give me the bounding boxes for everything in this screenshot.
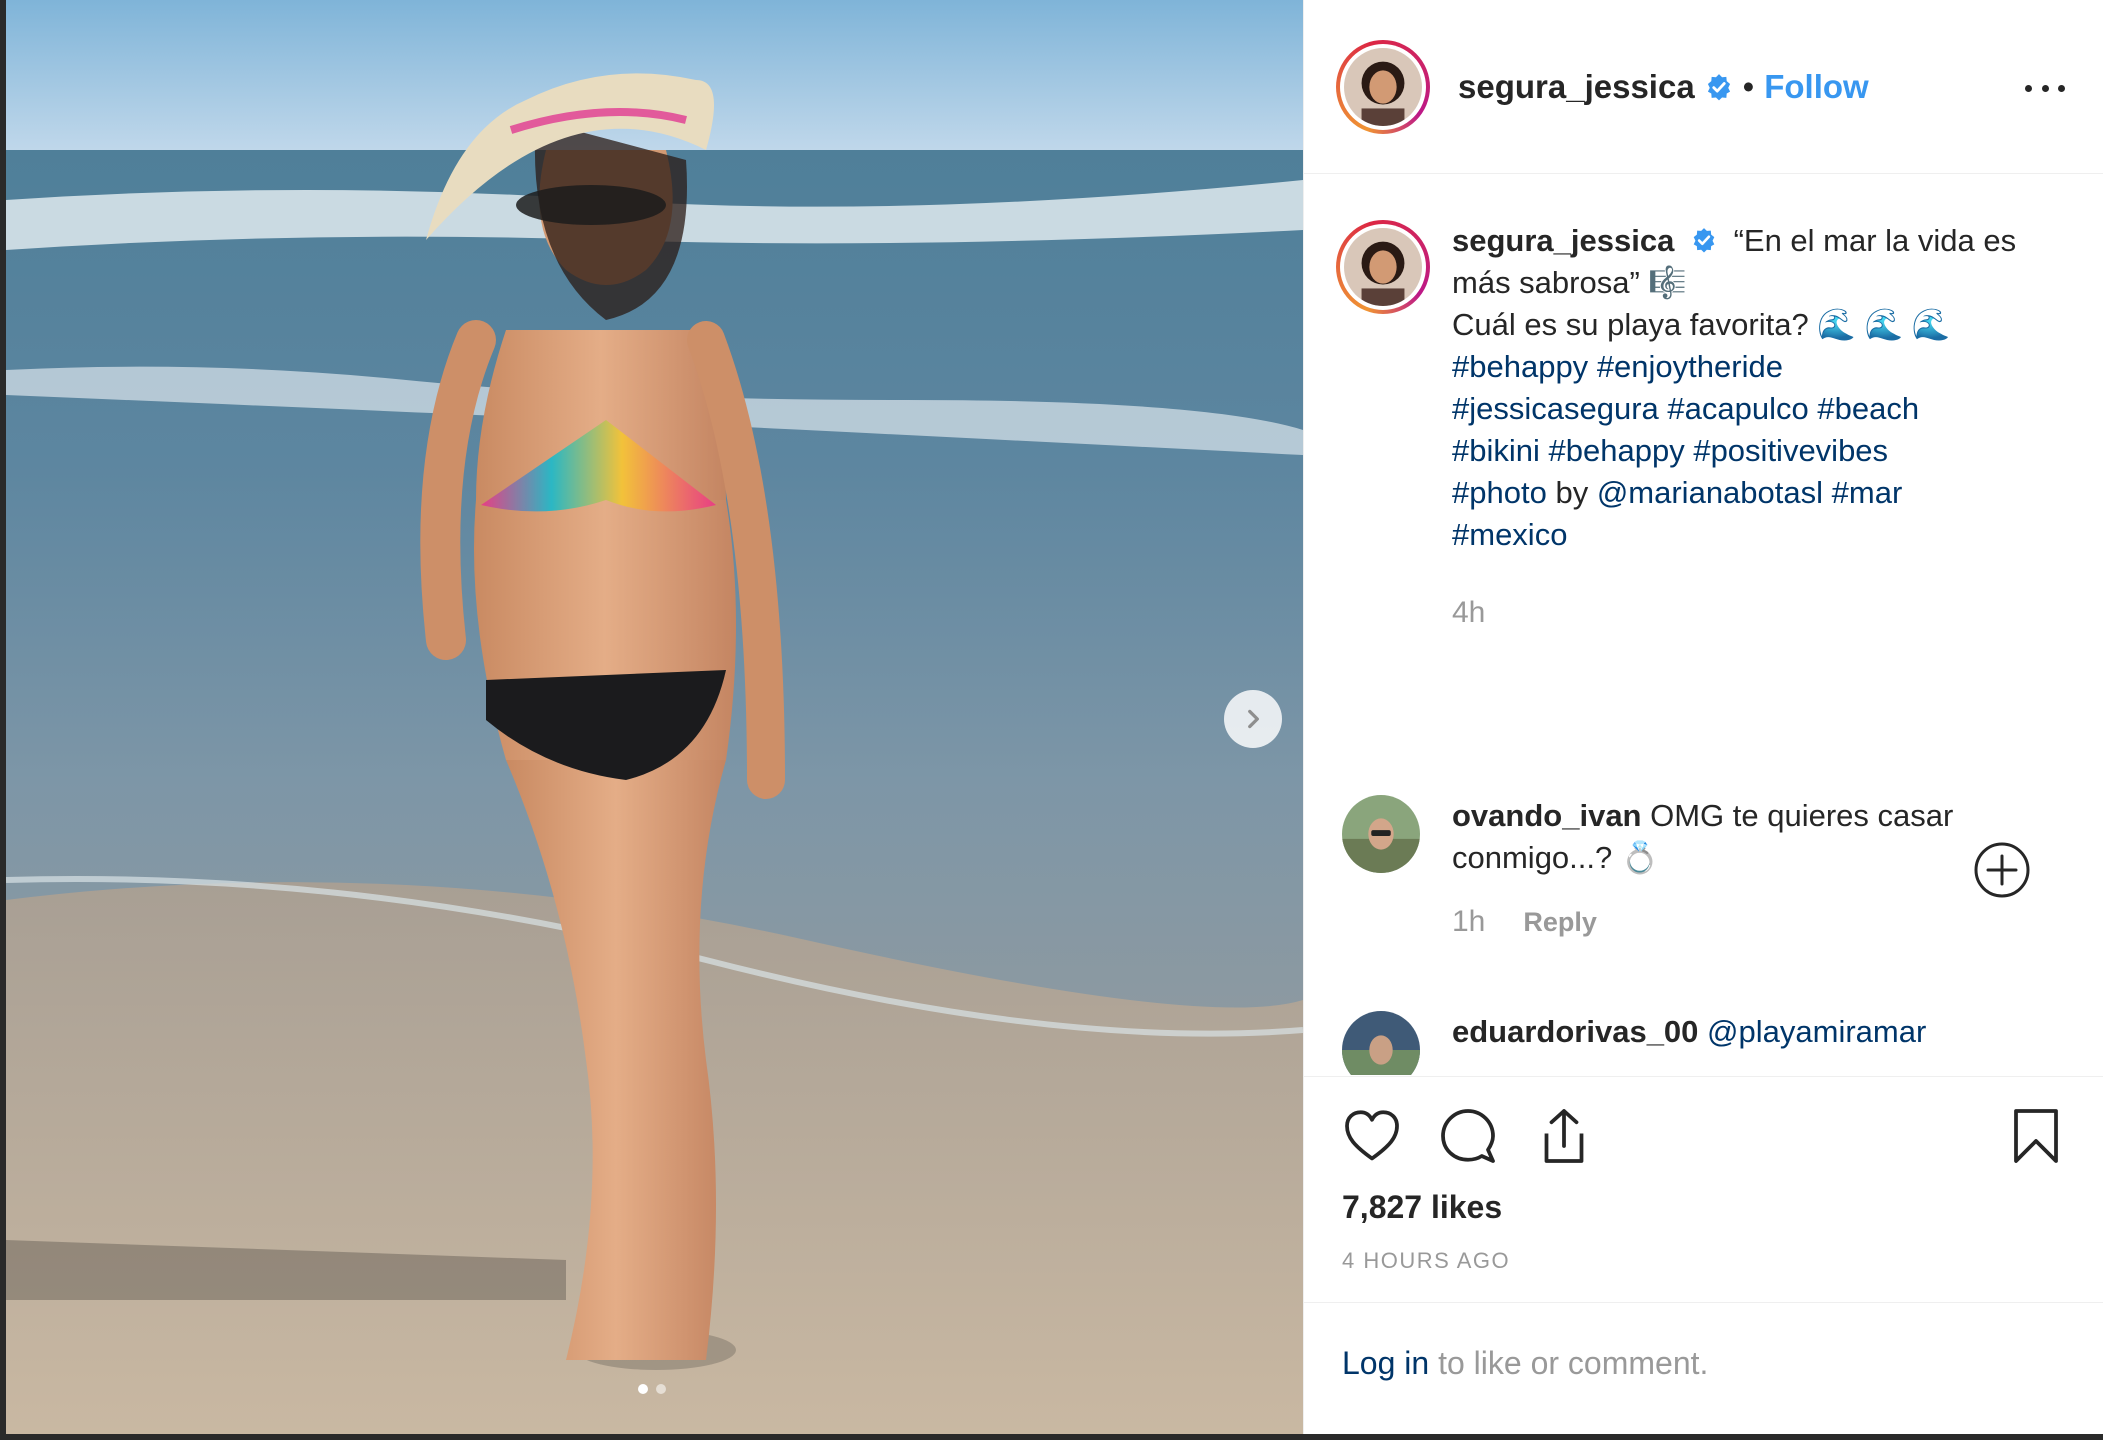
caption-row: segura_jessica “En el mar la vida es más… <box>1336 220 2076 634</box>
comment-row: ovando_ivan OMG te quieres casar conmigo… <box>1336 795 2076 943</box>
caption-username[interactable]: segura_jessica <box>1452 223 1674 258</box>
comment-username[interactable]: ovando_ivan <box>1452 798 1642 833</box>
login-prompt: Log in to like or comment. <box>1304 1302 2103 1424</box>
share-icon[interactable] <box>1534 1106 1594 1166</box>
post-header: segura_jessica • Follow <box>1304 0 2103 174</box>
hashtag[interactable]: #photo <box>1452 475 1547 510</box>
caption-avatar[interactable] <box>1336 220 1430 314</box>
caption-by: by <box>1555 475 1589 510</box>
heart-icon[interactable] <box>1342 1106 1402 1166</box>
comments-list[interactable]: segura_jessica “En el mar la vida es más… <box>1304 175 2103 1075</box>
author-avatar-image <box>1344 47 1422 126</box>
chevron-right-icon <box>1248 709 1259 729</box>
post-timestamp[interactable]: 4 HOURS AGO <box>1342 1248 2066 1274</box>
comment-icon[interactable] <box>1438 1106 1498 1166</box>
hashtag[interactable]: #acapulco <box>1667 391 1808 426</box>
caption-text: segura_jessica “En el mar la vida es más… <box>1452 220 2052 634</box>
comment-row: eduardorivas_00 @playamiramar <box>1336 1011 2076 1075</box>
hashtag[interactable]: #beach <box>1817 391 1919 426</box>
more-options-icon[interactable] <box>2025 68 2065 108</box>
comment-username[interactable]: eduardorivas_00 <box>1452 1014 1698 1049</box>
caption-question: Cuál es su playa favorita? 🌊 🌊 🌊 <box>1452 307 1951 342</box>
mention-link[interactable]: @playamiramar <box>1707 1014 1926 1049</box>
follow-button[interactable]: Follow <box>1764 68 1868 106</box>
verified-badge-icon <box>1693 227 1715 253</box>
commenter-avatar-image <box>1342 795 1420 873</box>
post-media[interactable] <box>6 0 1303 1434</box>
header-separator: • <box>1742 67 1755 105</box>
post-actions: 7,827 likes 4 HOURS AGO <box>1304 1076 2103 1274</box>
carousel-dot-active <box>638 1384 648 1394</box>
post-sidebar: segura_jessica • Follow segura_jessica “… <box>1303 0 2103 1434</box>
hashtag[interactable]: #positivevibes <box>1693 433 1888 468</box>
hashtag[interactable]: #enjoytheride <box>1597 349 1783 384</box>
bookmark-icon[interactable] <box>2006 1106 2066 1166</box>
carousel-indicator <box>638 1384 666 1394</box>
login-link[interactable]: Log in <box>1342 1345 1429 1381</box>
author-username[interactable]: segura_jessica <box>1458 68 1695 106</box>
commenter-avatar[interactable] <box>1342 795 1420 873</box>
beach-photo <box>6 0 1303 1434</box>
login-prompt-text: to like or comment. <box>1429 1345 1709 1381</box>
mention-link[interactable]: @marianabotasl <box>1597 475 1823 510</box>
post-dialog: segura_jessica • Follow segura_jessica “… <box>6 0 2103 1434</box>
comment-timestamp[interactable]: 1h <box>1452 901 1485 943</box>
caption-avatar-image <box>1344 228 1422 306</box>
hashtag[interactable]: #mexico <box>1452 517 1567 552</box>
reply-button[interactable]: Reply <box>1523 901 1597 943</box>
hashtag[interactable]: #behappy <box>1452 349 1588 384</box>
hashtag[interactable]: #jessicasegura <box>1452 391 1659 426</box>
hashtag[interactable]: #bikini <box>1452 433 1540 468</box>
author-avatar[interactable] <box>1336 39 1430 134</box>
caption-timestamp[interactable]: 4h <box>1452 592 1485 634</box>
likes-count[interactable]: 7,827 likes <box>1342 1189 2066 1226</box>
commenter-avatar-image <box>1342 1011 1420 1075</box>
carousel-next-button[interactable] <box>1224 690 1282 748</box>
verified-badge-icon <box>1707 73 1730 100</box>
hashtag[interactable]: #behappy <box>1549 433 1685 468</box>
commenter-avatar[interactable] <box>1342 1011 1420 1075</box>
carousel-dot <box>656 1384 666 1394</box>
hashtag[interactable]: #mar <box>1832 475 1903 510</box>
